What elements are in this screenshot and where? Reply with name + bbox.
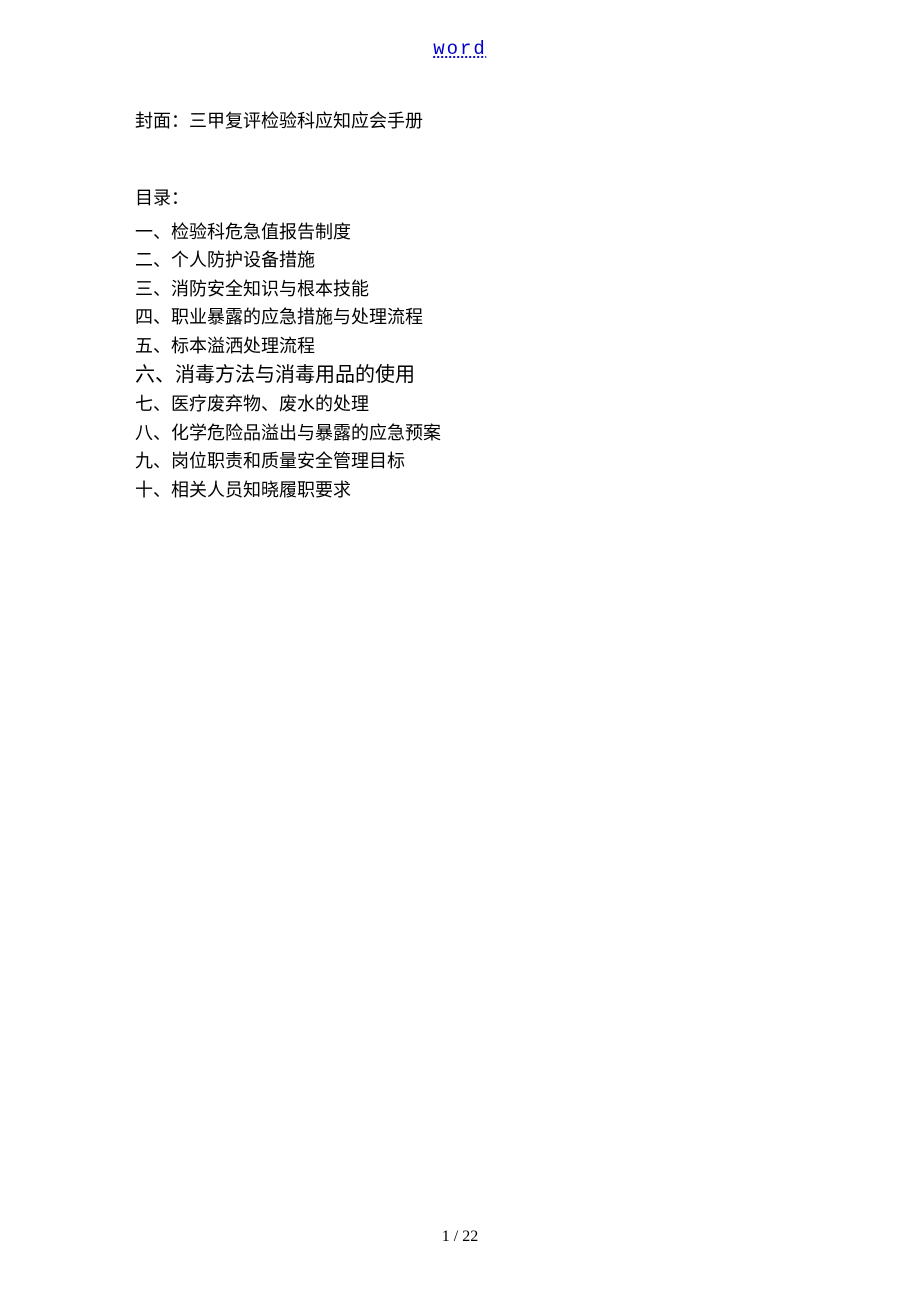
toc-item: 九、岗位职责和质量安全管理目标	[135, 447, 785, 475]
document-content: 封面：三甲复评检验科应知应会手册 目录： 一、检验科危急值报告制度 二、个人防护…	[135, 108, 785, 504]
toc-item: 七、医疗废弃物、废水的处理	[135, 390, 785, 418]
toc-item: 五、标本溢洒处理流程	[135, 332, 785, 360]
toc-item: 六、消毒方法与消毒用品的使用	[135, 360, 785, 390]
toc-item: 十、相关人员知晓履职要求	[135, 476, 785, 504]
toc-item: 三、消防安全知识与根本技能	[135, 275, 785, 303]
toc-item: 四、职业暴露的应急措施与处理流程	[135, 303, 785, 331]
page-number: 1 / 22	[442, 1228, 478, 1246]
toc-item: 一、检验科危急值报告制度	[135, 218, 785, 246]
header-word-link[interactable]: word	[433, 38, 487, 60]
toc-item: 二、个人防护设备措施	[135, 246, 785, 274]
cover-title: 封面：三甲复评检验科应知应会手册	[135, 108, 785, 135]
toc-item: 八、化学危险品溢出与暴露的应急预案	[135, 419, 785, 447]
toc-heading: 目录：	[135, 185, 785, 212]
